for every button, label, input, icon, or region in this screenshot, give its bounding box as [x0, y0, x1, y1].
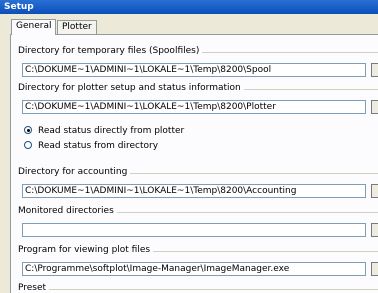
monitored-directories-label: Monitored directories [18, 206, 117, 216]
window-titlebar: Setup [0, 0, 378, 14]
viewer-browse-button[interactable] [371, 262, 378, 276]
spool-browse-button[interactable] [371, 63, 378, 77]
radio-read-from-plotter-label: Read status directly from plotter [38, 126, 185, 136]
viewer-program-group: Program for viewing plot files C:\Progra… [18, 245, 378, 289]
viewer-program-label: Program for viewing plot files [18, 245, 154, 255]
plotter-browse-button[interactable] [371, 100, 378, 114]
spool-directory-input[interactable]: C:\DOKUME~1\ADMINI~1\LOKALE~1\Temp\8200\… [22, 63, 366, 77]
monitored-directories-input[interactable] [22, 223, 366, 237]
plotter-directory-label: Directory for plotter setup and status i… [18, 83, 244, 93]
tab-general-label: General [16, 21, 52, 31]
window-title: Setup [4, 2, 34, 12]
tab-plotter-label: Plotter [62, 22, 92, 32]
monitored-browse-button[interactable] [371, 223, 378, 237]
spool-directory-label: Directory for temporary files (Spoolfile… [18, 46, 203, 56]
tab-plotter[interactable]: Plotter [57, 20, 97, 34]
tab-general[interactable]: General [11, 19, 57, 35]
accounting-browse-button[interactable] [371, 184, 378, 198]
radio-read-from-directory-label: Read status from directory [38, 141, 159, 151]
radio-read-from-directory[interactable]: Read status from directory [24, 140, 158, 152]
preset-group: Preset [18, 283, 378, 293]
accounting-directory-label: Directory for accounting [18, 167, 131, 177]
radio-selected-icon [24, 126, 32, 134]
plotter-directory-input[interactable]: C:\DOKUME~1\ADMINI~1\LOKALE~1\Temp\8200\… [22, 100, 366, 114]
preset-label: Preset [18, 283, 50, 293]
radio-unselected-icon [24, 141, 32, 149]
radio-read-from-plotter[interactable]: Read status directly from plotter [24, 125, 184, 137]
plotter-directory-group: Directory for plotter setup and status i… [18, 83, 378, 127]
accounting-directory-input[interactable]: C:\DOKUME~1\ADMINI~1\LOKALE~1\Temp\8200\… [22, 184, 366, 198]
viewer-program-input[interactable]: C:\Programme\softplot\Image-Manager\Imag… [22, 262, 366, 276]
